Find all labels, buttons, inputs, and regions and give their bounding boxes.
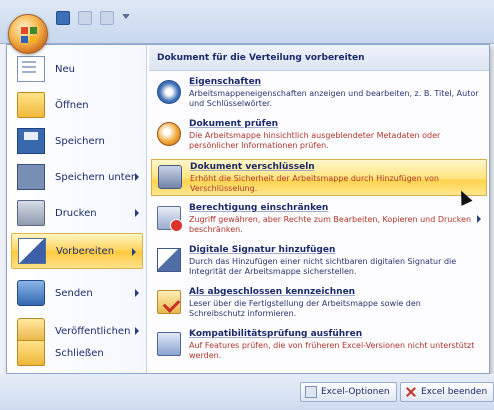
submenu-item-mark-as-final[interactable]: Als abgeschlossen kennzeichnen Leser übe…	[151, 285, 487, 322]
office-menu-commands: Neu Öffnen Speichern Speichern unter Dru…	[7, 45, 147, 373]
menu-item-label: Speichern unter	[55, 171, 135, 183]
submenu-arrow-icon	[135, 173, 139, 181]
menu-item-open[interactable]: Öffnen	[11, 87, 145, 123]
restrict-permission-icon	[157, 206, 183, 232]
excel-office-menu-window: Neu Öffnen Speichern Speichern unter Dru…	[0, 0, 494, 410]
menu-item-label: Neu	[55, 63, 75, 75]
excel-options-label: Excel-Optionen	[321, 387, 390, 397]
send-icon	[17, 280, 45, 306]
submenu-item-title: Als abgeschlossen kennzeichnen	[189, 287, 356, 297]
submenu-header: Dokument für die Verteilung vorbereiten	[149, 45, 489, 71]
properties-icon	[157, 80, 181, 104]
submenu-item-title: Digitale Signatur hinzufügen	[189, 245, 336, 255]
options-icon	[305, 386, 317, 398]
exit-excel-label: Excel beenden	[421, 387, 488, 397]
menu-item-save-as[interactable]: Speichern unter	[11, 159, 145, 195]
save-icon	[17, 128, 45, 154]
submenu-item-description: Arbeitsmappeneigenschaften anzeigen und …	[189, 89, 479, 108]
redo-icon[interactable]	[100, 11, 114, 25]
submenu-arrow-icon	[135, 209, 139, 217]
submenu-item-inspect-document[interactable]: Dokument prüfen Die Arbeitsmappe hinsich…	[151, 117, 487, 154]
submenu-item-description: Erhöht die Sicherheit der Arbeitsmappe d…	[190, 174, 439, 193]
submenu-item-title: Berechtigung einschränken	[189, 203, 329, 213]
undo-icon[interactable]	[78, 11, 92, 25]
digital-signature-icon	[157, 248, 181, 272]
office-menu-footer: Excel-Optionen Excel beenden	[0, 374, 494, 410]
office-button[interactable]	[8, 14, 48, 54]
menu-item-label: Öffnen	[55, 99, 89, 111]
submenu-arrow-icon	[135, 327, 139, 335]
prepare-icon	[18, 238, 46, 264]
submenu-item-description: Die Arbeitsmappe hinsichtlich ausgeblend…	[189, 131, 441, 150]
close-folder-icon	[17, 340, 45, 366]
excel-options-button[interactable]: Excel-Optionen	[300, 382, 397, 402]
menu-item-label: Speichern	[55, 135, 105, 147]
submenu-item-title: Eigenschaften	[189, 77, 262, 87]
save-as-icon	[17, 164, 45, 190]
quick-save-icon[interactable]	[56, 11, 70, 25]
new-document-icon	[17, 56, 45, 82]
office-menu: Neu Öffnen Speichern Speichern unter Dru…	[6, 44, 490, 374]
menu-item-send[interactable]: Senden	[11, 275, 145, 311]
menu-item-prepare[interactable]: Vorbereiten	[11, 233, 143, 269]
submenu-item-encrypt-document[interactable]: Dokument verschlüsseln Erhöht die Sicher…	[151, 159, 487, 196]
submenu-item-compatibility-check[interactable]: Kompatibilitätsprüfung ausführen Auf Fea…	[151, 327, 487, 364]
menu-item-label: Schließen	[55, 347, 104, 359]
open-folder-icon	[17, 92, 45, 118]
submenu-item-properties[interactable]: Eigenschaften Arbeitsmappeneigenschaften…	[151, 75, 487, 112]
inspect-document-icon	[157, 122, 181, 146]
encrypt-icon	[158, 165, 182, 189]
menu-item-print[interactable]: Drucken	[11, 195, 145, 231]
submenu-arrow-icon	[135, 289, 139, 297]
menu-item-new[interactable]: Neu	[11, 51, 145, 87]
menu-item-label: Senden	[55, 287, 93, 299]
submenu-item-title: Dokument verschlüsseln	[190, 162, 315, 172]
submenu-item-title: Dokument prüfen	[189, 119, 279, 129]
quick-access-toolbar	[56, 8, 130, 28]
print-icon	[17, 200, 45, 226]
exit-excel-button[interactable]: Excel beenden	[400, 382, 494, 402]
submenu-arrow-icon	[132, 248, 136, 256]
prepare-submenu-panel: Dokument für die Verteilung vorbereiten …	[149, 45, 489, 373]
submenu-arrow-icon	[477, 215, 481, 223]
menu-item-label: Drucken	[55, 207, 97, 219]
submenu-item-restrict-permission[interactable]: Berechtigung einschränken Zugriff gewähr…	[151, 201, 487, 238]
submenu-item-description: Leser über die Fertigstellung der Arbeit…	[189, 299, 421, 318]
submenu-item-description: Zugriff gewähren, aber Rechte zum Bearbe…	[189, 215, 472, 234]
customize-toolbar-chevron-icon[interactable]	[122, 14, 130, 22]
submenu-item-description: Durch das Hinzufügen einer nicht sichtba…	[189, 257, 457, 276]
compatibility-check-icon	[157, 332, 181, 356]
menu-item-close[interactable]: Schließen	[11, 335, 145, 371]
submenu-item-description: Auf Features prüfen, die von früheren Ex…	[189, 341, 475, 360]
submenu-item-title: Kompatibilitätsprüfung ausführen	[189, 329, 363, 339]
title-bar	[0, 0, 494, 44]
mark-final-icon	[157, 290, 181, 314]
office-logo-icon	[21, 27, 37, 43]
menu-item-save[interactable]: Speichern	[11, 123, 145, 159]
submenu-item-digital-signature[interactable]: Digitale Signatur hinzufügen Durch das H…	[151, 243, 487, 280]
exit-x-icon	[405, 386, 417, 398]
menu-item-label: Vorbereiten	[56, 245, 115, 257]
